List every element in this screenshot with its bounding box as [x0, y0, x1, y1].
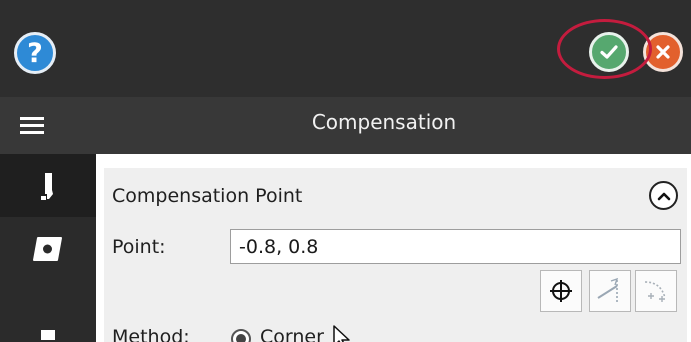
- corner-snap-icon: [644, 281, 666, 302]
- angle-snap-icon: [597, 277, 619, 304]
- insert-icon: [33, 236, 62, 261]
- top-bar: [0, 0, 691, 97]
- method-option-label[interactable]: Corner: [260, 326, 324, 342]
- corner-snap-button[interactable]: [635, 270, 677, 312]
- cancel-button[interactable]: [643, 32, 683, 72]
- check-icon: [600, 45, 618, 59]
- menu-icon[interactable]: [20, 117, 44, 134]
- nav-item-partial[interactable]: [0, 280, 96, 342]
- collapse-button[interactable]: [649, 181, 678, 210]
- chevron-up-icon: [657, 192, 670, 200]
- close-icon: [656, 45, 670, 59]
- mouse-cursor-icon: [333, 325, 350, 342]
- page-title: Compensation: [311, 110, 457, 134]
- help-button[interactable]: ?: [14, 32, 56, 74]
- crosshair-icon: [550, 280, 572, 302]
- method-label: Method:: [112, 326, 190, 342]
- method-radio-corner[interactable]: [231, 329, 251, 342]
- partial-icon: [41, 329, 55, 340]
- ok-button[interactable]: [589, 32, 629, 72]
- nav-item-tool-holder[interactable]: [0, 154, 96, 217]
- angle-snap-button[interactable]: [589, 270, 631, 312]
- point-label: Point:: [112, 236, 166, 258]
- tool-holder-icon: [41, 172, 53, 200]
- section-title: Compensation Point: [112, 185, 303, 207]
- point-input[interactable]: [230, 229, 681, 264]
- help-icon: ?: [27, 37, 43, 69]
- pick-point-button[interactable]: [540, 270, 582, 312]
